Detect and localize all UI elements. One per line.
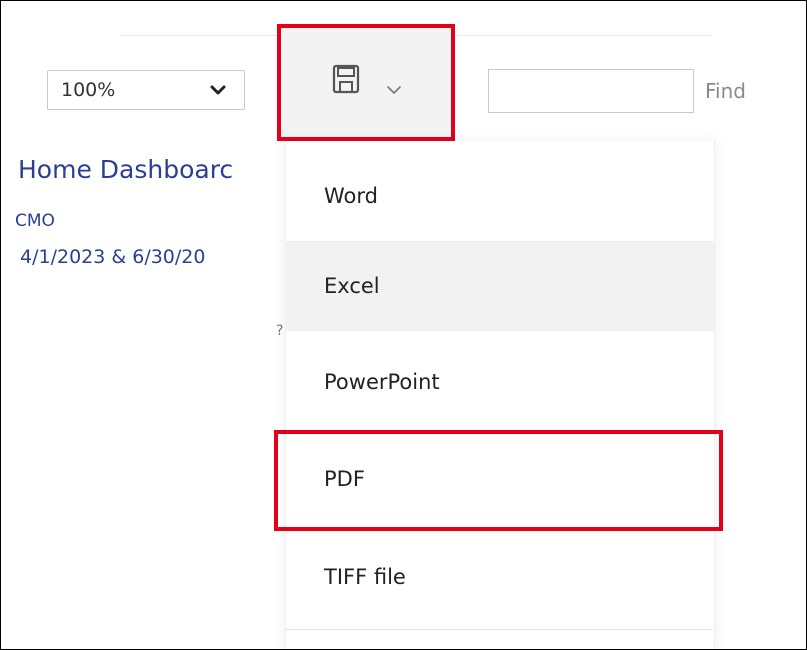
- menu-divider: [285, 629, 713, 630]
- zoom-select-value: 100%: [61, 79, 116, 101]
- menu-item-word[interactable]: Word: [286, 151, 714, 241]
- save-icon: [332, 64, 360, 94]
- report-date-range: 4/1/2023 & 6/30/20: [20, 246, 206, 268]
- report-title: Home Dashboarc: [18, 155, 234, 184]
- report-role: CMO: [15, 211, 55, 231]
- report-stray-text: ?: [276, 323, 284, 339]
- menu-item-pdf[interactable]: PDF: [286, 431, 714, 527]
- menu-item-tiff[interactable]: TIFF file: [286, 531, 714, 623]
- find-input[interactable]: [488, 69, 694, 113]
- menu-item-excel[interactable]: Excel: [286, 241, 714, 331]
- export-button[interactable]: [277, 24, 455, 141]
- report-viewer-window: 100% Find Home Dashboarc CMO 4/1/2023 & …: [0, 0, 807, 650]
- chevron-down-icon: [387, 86, 401, 94]
- zoom-select[interactable]: 100%: [47, 70, 245, 110]
- menu-item-powerpoint[interactable]: PowerPoint: [286, 337, 714, 427]
- chevron-down-icon: [210, 85, 226, 95]
- find-link[interactable]: Find: [705, 79, 746, 103]
- export-menu: Word Excel PowerPoint PDF TIFF file: [285, 141, 715, 649]
